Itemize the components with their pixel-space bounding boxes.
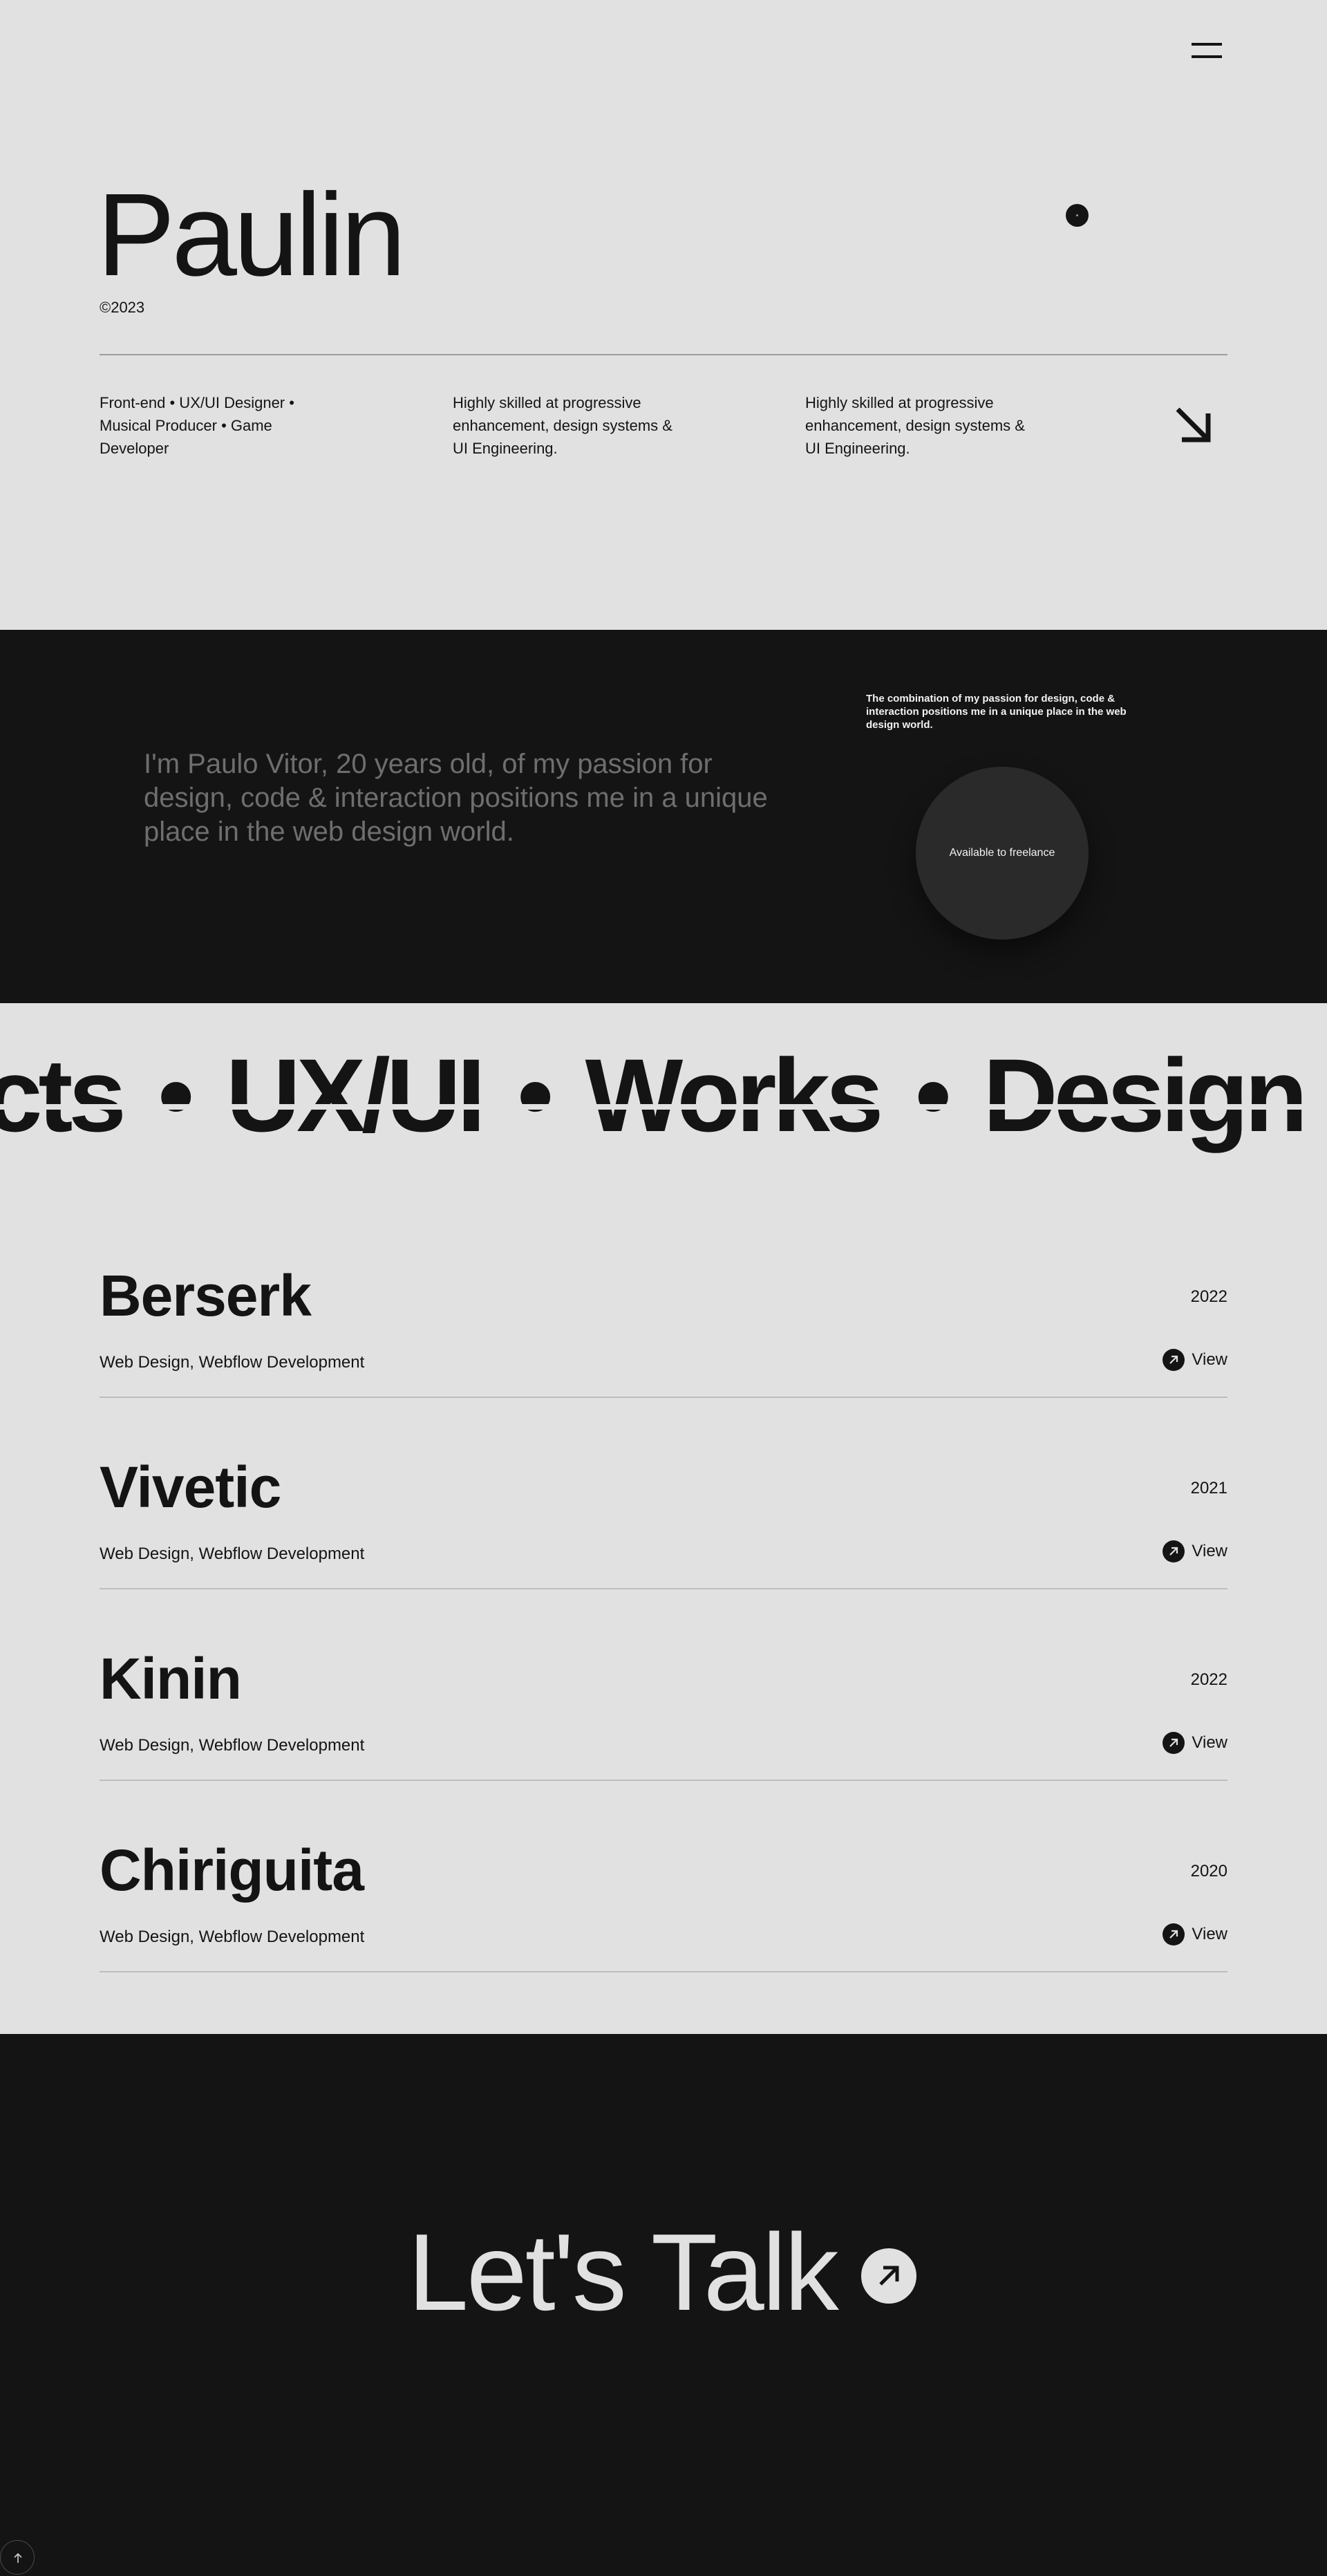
project-divider xyxy=(100,1588,1227,1589)
freelance-label: Available to freelance xyxy=(949,847,1055,859)
project-title: Chiriguita xyxy=(100,1838,364,1903)
lets-talk-link[interactable]: Let's Talk xyxy=(408,2214,839,2331)
arrow-up-right-icon xyxy=(1163,1540,1185,1562)
arrow-up-right-icon xyxy=(1163,1349,1185,1371)
marquee-reflection-mask xyxy=(0,1104,1327,1110)
arrow-down-right-icon[interactable] xyxy=(1172,404,1215,447)
project-item[interactable]: Berserk 2022 Web Design, Webflow Develop… xyxy=(100,1244,1227,1436)
menu-button[interactable] xyxy=(1186,39,1227,62)
about-statement: I'm Paulo Vitor, 20 years old, of my pas… xyxy=(144,749,768,847)
arrow-up-right-icon[interactable] xyxy=(861,2248,916,2304)
project-divider xyxy=(100,1780,1227,1781)
project-tags: Web Design, Webflow Development xyxy=(100,1544,365,1563)
project-view-link[interactable]: View xyxy=(1163,1923,1227,1945)
project-view-label: View xyxy=(1192,1350,1227,1369)
project-year: 2021 xyxy=(1190,1479,1227,1497)
marquee-track: cts • UX/UI • Works • Design xyxy=(0,1037,1308,1153)
project-view-link[interactable]: View xyxy=(1163,1732,1227,1754)
hero-section: Paulin ©2023 Front-end • UX/UI Designer … xyxy=(0,0,1327,630)
project-view-link[interactable]: View xyxy=(1163,1349,1227,1371)
arrow-up-right-icon xyxy=(1163,1923,1185,1945)
marquee-word: cts xyxy=(0,1037,126,1153)
marquee-separator: • xyxy=(517,1037,553,1153)
about-side-note: The combination of my passion for design… xyxy=(866,693,1127,731)
project-title: Kinin xyxy=(100,1646,242,1711)
brand-title: Paulin xyxy=(97,169,406,301)
marquee-word: Design xyxy=(983,1037,1308,1153)
project-view-label: View xyxy=(1192,1925,1227,1943)
project-title: Berserk xyxy=(100,1263,312,1328)
arrow-up-icon xyxy=(14,2552,22,2563)
marquee-band: cts • UX/UI • Works • Design cts • UX/UI… xyxy=(0,1003,1327,1176)
project-tags: Web Design, Webflow Development xyxy=(100,1928,365,1946)
project-item[interactable]: Vivetic 2021 Web Design, Webflow Develop… xyxy=(100,1436,1227,1627)
project-item[interactable]: Kinin 2022 Web Design, Webflow Developme… xyxy=(100,1627,1227,1819)
arrow-up-right-icon xyxy=(1163,1732,1185,1754)
project-view-label: View xyxy=(1192,1733,1227,1752)
project-year: 2020 xyxy=(1190,1862,1227,1880)
marquee-word: Works xyxy=(585,1037,884,1153)
project-divider xyxy=(100,1971,1227,1972)
footer-section: Let's Talk xyxy=(0,2034,1327,2576)
project-divider xyxy=(100,1397,1227,1398)
hero-skills-text: Highly skilled at progressive enhancemen… xyxy=(453,394,672,457)
project-view-link[interactable]: View xyxy=(1163,1540,1227,1562)
marquee-word: UX/UI xyxy=(225,1037,486,1153)
project-tags: Web Design, Webflow Development xyxy=(100,1736,365,1755)
back-to-top-button[interactable] xyxy=(0,2540,35,2575)
project-item[interactable]: Chiriguita 2020 Web Design, Webflow Deve… xyxy=(100,1819,1227,2010)
project-year: 2022 xyxy=(1190,1670,1227,1689)
marquee-separator: • xyxy=(915,1037,951,1153)
dot-icon xyxy=(1066,204,1089,227)
project-title: Vivetic xyxy=(100,1455,281,1520)
about-section: I'm Paulo Vitor, 20 years old, of my pas… xyxy=(0,630,1327,1003)
project-tags: Web Design, Webflow Development xyxy=(100,1353,365,1372)
project-year: 2022 xyxy=(1190,1287,1227,1306)
project-view-label: View xyxy=(1192,1542,1227,1560)
hero-roles-text: Front-end • UX/UI Designer • Musical Pro… xyxy=(100,394,294,457)
hero-divider xyxy=(100,354,1227,355)
projects-list: Berserk 2022 Web Design, Webflow Develop… xyxy=(100,1244,1227,2010)
copyright-text: ©2023 xyxy=(100,299,145,316)
hero-skills-text-2: Highly skilled at progressive enhancemen… xyxy=(805,394,1025,457)
freelance-button[interactable]: Available to freelance xyxy=(916,767,1089,940)
marquee-separator: • xyxy=(158,1037,194,1153)
